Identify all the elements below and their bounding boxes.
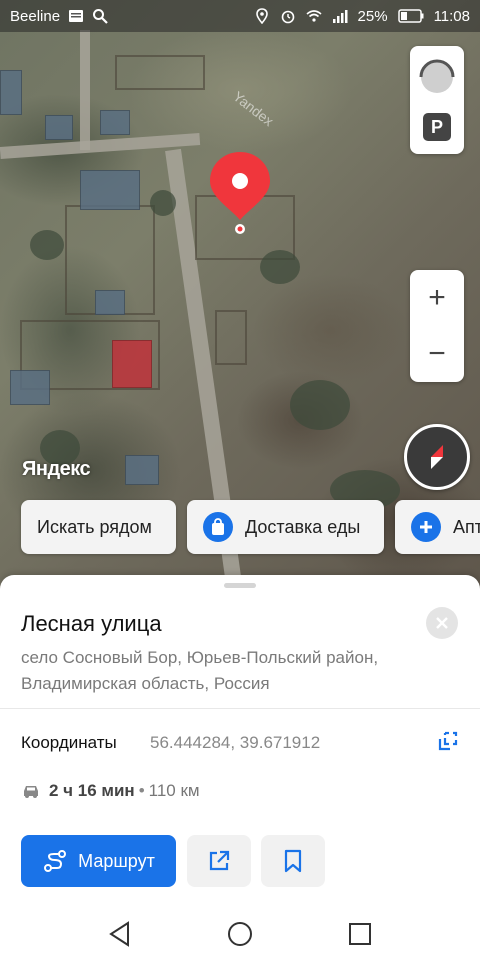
recents-icon	[349, 923, 371, 945]
route-button[interactable]: Маршрут	[21, 835, 176, 887]
map-plot	[215, 310, 247, 365]
map-building	[100, 110, 130, 135]
clock-time: 11:08	[433, 7, 470, 25]
back-button[interactable]	[106, 920, 134, 948]
map-building	[0, 70, 22, 115]
map-tree	[260, 250, 300, 284]
route-icon	[44, 850, 67, 872]
compass-button[interactable]	[404, 424, 470, 490]
bookmark-icon	[284, 849, 302, 873]
close-button[interactable]	[426, 607, 458, 639]
message-icon	[69, 10, 84, 22]
parking-button[interactable]: P	[410, 102, 464, 152]
search-icon	[93, 9, 108, 24]
plus-icon: +	[428, 281, 446, 314]
zoom-in-button[interactable]: +	[410, 270, 464, 326]
zoom-out-button[interactable]: −	[410, 326, 464, 382]
parking-label: P	[430, 116, 443, 137]
location-icon	[255, 8, 268, 24]
travel-info: 2 ч 16 мин • 110 км	[21, 781, 200, 801]
back-icon	[109, 921, 129, 947]
map-building	[112, 340, 152, 388]
map-road	[80, 30, 90, 150]
map-building	[10, 370, 50, 405]
sheet-drag-handle[interactable]	[224, 583, 256, 588]
plus-icon	[411, 512, 441, 542]
route-label: Маршрут	[78, 850, 155, 871]
traffic-button[interactable]	[410, 52, 464, 102]
chip-label: Доставка еды	[245, 516, 361, 537]
map-layers-card: P	[410, 46, 464, 154]
battery-icon	[397, 9, 424, 23]
recents-button[interactable]	[346, 920, 374, 948]
map-view[interactable]: Yandex Яндекс P + − Искать рядом Доставк…	[0, 0, 480, 600]
place-address: село Сосновый Бор, Юрьев-Польский район,…	[21, 648, 379, 693]
coordinates-label: Координаты	[21, 733, 117, 752]
alarm-icon	[281, 10, 294, 24]
status-bar: Beeline 25% 11:08	[0, 0, 480, 32]
travel-distance: 110 км	[148, 781, 200, 800]
compass-icon	[431, 445, 443, 469]
map-tree	[30, 230, 64, 260]
car-icon	[24, 786, 38, 798]
parking-icon: P	[423, 113, 451, 141]
chip-label: Апт	[453, 516, 480, 537]
share-button[interactable]	[187, 835, 251, 887]
traffic-icon	[419, 59, 455, 93]
wifi-icon	[306, 10, 322, 22]
place-card: Лесная улица село Сосновый Бор, Юрьев-По…	[0, 575, 480, 908]
chip-pharmacy[interactable]: Апт	[395, 500, 480, 554]
share-icon	[209, 850, 230, 871]
location-pin-icon[interactable]	[208, 150, 272, 236]
travel-time: 2 ч 16 мин	[49, 781, 135, 800]
quick-search-chips: Искать рядом Доставка еды Апт	[0, 500, 480, 554]
battery-percent: 25%	[357, 7, 388, 25]
chip-search-nearby[interactable]: Искать рядом	[21, 500, 176, 554]
divider	[0, 708, 480, 709]
travel-separator: •	[138, 781, 145, 800]
map-tree	[290, 380, 350, 430]
zoom-controls: + −	[410, 270, 464, 382]
home-button[interactable]	[226, 920, 254, 948]
coordinates-value[interactable]: 56.444284, 39.671912	[150, 733, 320, 753]
shopping-bag-icon	[203, 512, 233, 542]
place-title: Лесная улица	[21, 611, 162, 636]
system-nav-bar	[0, 908, 480, 960]
map-building	[125, 455, 159, 485]
map-watermark: Yandex	[230, 88, 277, 130]
map-tree	[150, 190, 176, 216]
yandex-logo: Яндекс	[22, 458, 91, 480]
home-icon	[228, 922, 252, 946]
map-building	[95, 290, 125, 315]
copy-icon[interactable]	[436, 729, 460, 753]
chip-label: Искать рядом	[37, 516, 152, 537]
map-building	[45, 115, 73, 140]
carrier-name: Beeline	[10, 7, 61, 25]
map-building	[80, 170, 140, 210]
chip-food-delivery[interactable]: Доставка еды	[187, 500, 384, 554]
signal-icon	[332, 10, 348, 23]
close-icon	[436, 617, 448, 629]
bookmark-button[interactable]	[261, 835, 325, 887]
map-plot	[115, 55, 205, 90]
minus-icon: −	[428, 337, 446, 370]
